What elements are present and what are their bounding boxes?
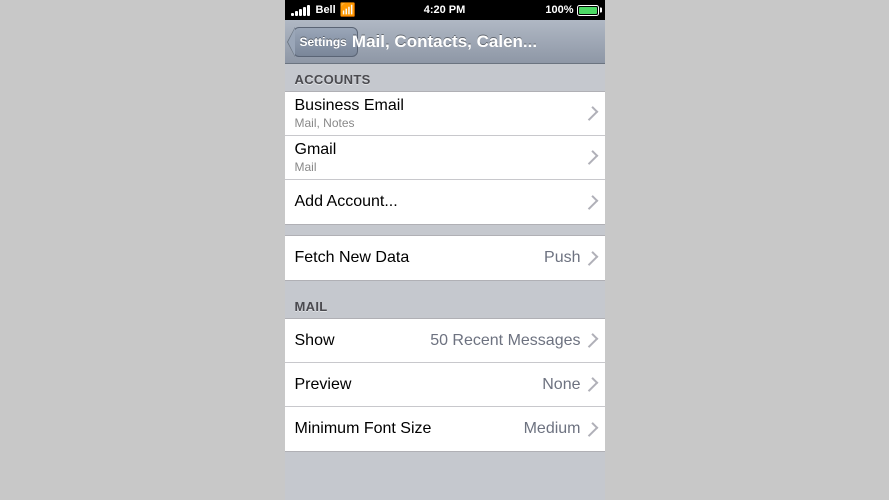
battery-fill	[579, 7, 597, 14]
show-row[interactable]: Show 50 Recent Messages	[285, 319, 605, 363]
table-row[interactable]: Add Account...	[285, 180, 605, 224]
row-main: Preview	[295, 376, 543, 394]
fetch-new-data-title: Fetch New Data	[295, 249, 545, 267]
mail-table-group: Show 50 Recent Messages Preview None Min…	[285, 318, 605, 452]
row-main: Add Account...	[295, 193, 587, 211]
row-main: Gmail Mail	[295, 141, 587, 174]
accounts-table-group: Business Email Mail, Notes Gmail Mail Ad…	[285, 91, 605, 225]
show-title: Show	[295, 332, 431, 350]
battery-percent-label: 100%	[545, 4, 573, 16]
battery-icon	[577, 5, 599, 16]
row-title: Business Email	[295, 97, 587, 115]
mail-section-header: Mail	[285, 291, 605, 318]
minimum-font-size-title: Minimum Font Size	[295, 420, 524, 438]
preview-title: Preview	[295, 376, 543, 394]
chevron-icon	[583, 377, 598, 392]
fetch-new-data-value: Push	[544, 249, 580, 267]
wifi-icon: 📶	[340, 2, 356, 18]
row-main: Business Email Mail, Notes	[295, 97, 587, 130]
row-main: Minimum Font Size	[295, 420, 524, 438]
fetch-data-table-group: Fetch New Data Push	[285, 235, 605, 281]
status-bar: Bell 📶 4:20 PM 100%	[285, 0, 605, 20]
back-button-label: Settings	[300, 35, 347, 49]
nav-bar: Settings Mail, Contacts, Calen...	[285, 20, 605, 64]
show-value: 50 Recent Messages	[430, 332, 580, 350]
row-subtitle: Mail, Notes	[295, 116, 587, 130]
back-button[interactable]: Settings	[293, 27, 358, 57]
signal-bars-icon	[291, 4, 310, 16]
preview-value: None	[542, 376, 580, 394]
chevron-icon	[583, 251, 598, 266]
content-area: Accounts Business Email Mail, Notes Gmai…	[285, 64, 605, 500]
chevron-icon	[583, 422, 598, 437]
row-title: Gmail	[295, 141, 587, 159]
row-subtitle: Mail	[295, 160, 587, 174]
phone-screen: Bell 📶 4:20 PM 100% Settings Mail, Conta…	[285, 0, 605, 500]
minimum-font-size-value: Medium	[524, 420, 581, 438]
nav-title: Mail, Contacts, Calen...	[352, 32, 537, 52]
table-row[interactable]: Business Email Mail, Notes	[285, 92, 605, 136]
row-title: Add Account...	[295, 193, 587, 211]
table-row[interactable]: Gmail Mail	[285, 136, 605, 180]
status-left: Bell 📶	[291, 2, 356, 18]
carrier-label: Bell	[316, 4, 336, 16]
time-label: 4:20 PM	[424, 4, 466, 16]
row-main: Fetch New Data	[295, 249, 545, 267]
row-main: Show	[295, 332, 431, 350]
fetch-new-data-row[interactable]: Fetch New Data Push	[285, 236, 605, 280]
minimum-font-size-row[interactable]: Minimum Font Size Medium	[285, 407, 605, 451]
preview-row[interactable]: Preview None	[285, 363, 605, 407]
accounts-section-header: Accounts	[285, 64, 605, 91]
chevron-icon	[583, 333, 598, 348]
status-right: 100%	[545, 4, 598, 16]
